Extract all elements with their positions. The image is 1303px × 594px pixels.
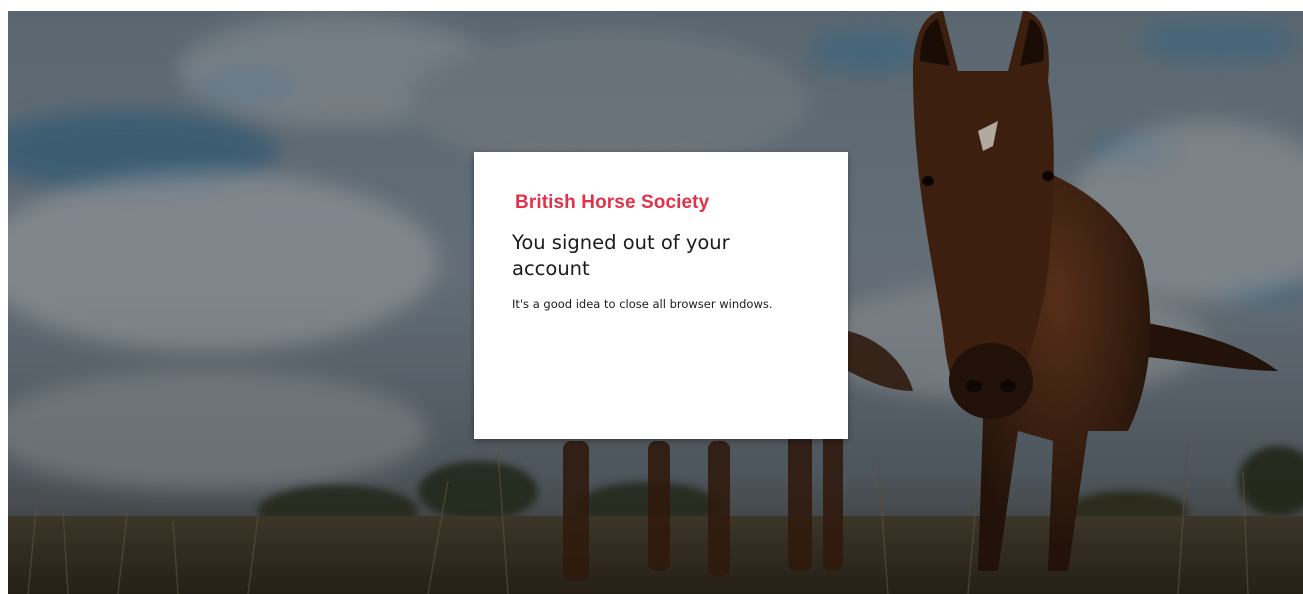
- signout-page: British Horse Society You signed out of …: [8, 11, 1303, 594]
- signout-message: It's a good idea to close all browser wi…: [512, 297, 773, 311]
- signout-card: British Horse Society You signed out of …: [474, 152, 848, 439]
- page-title: You signed out of your account: [512, 231, 730, 280]
- brand-logo: British Horse Society: [515, 192, 710, 213]
